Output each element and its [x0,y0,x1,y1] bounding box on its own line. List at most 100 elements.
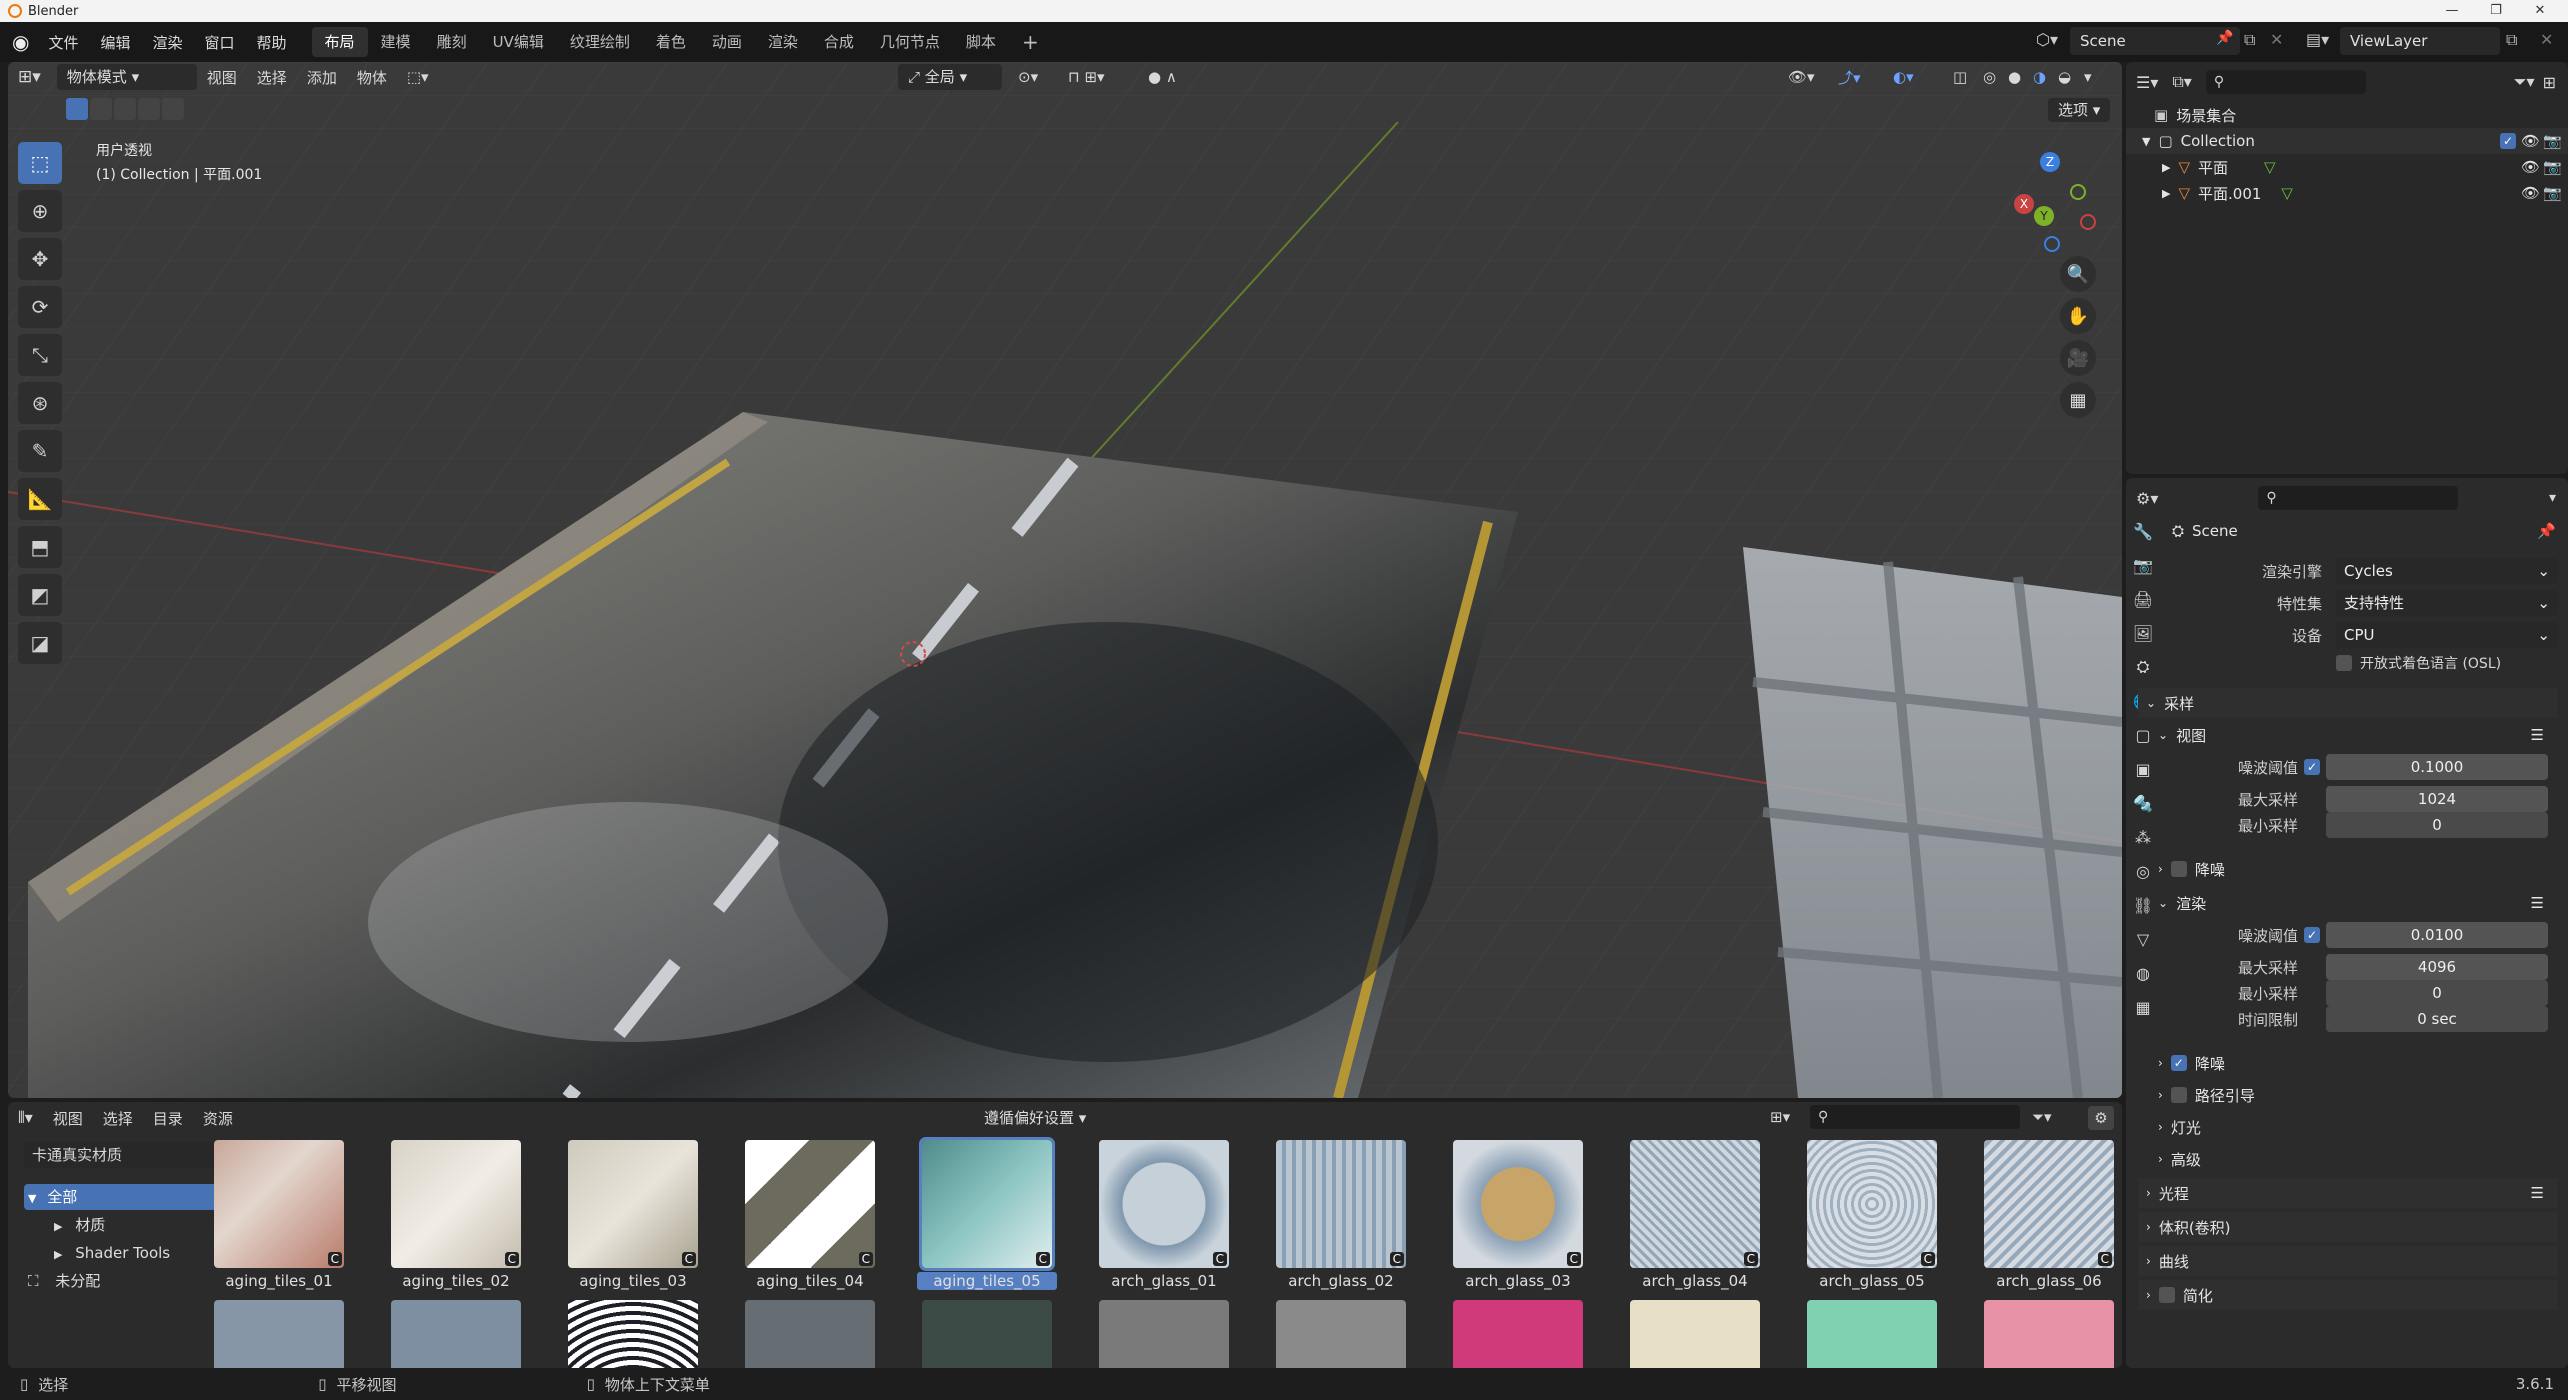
plane-render-icon[interactable]: 📷 [2543,158,2562,176]
gizmo-neg-y-icon[interactable] [2070,184,2086,200]
blender-menu-icon[interactable]: ◉ [12,30,29,54]
object-row-plane-001[interactable]: ▶ ▽ 平面.001 ▽ 👁 📷 [2126,180,2568,206]
view-layer-field[interactable]: ViewLayer [2340,27,2500,55]
collection-visibility-icon[interactable]: 👁 [2521,132,2540,150]
tab-sculpting[interactable]: 雕刻 [424,27,480,57]
expand-icon[interactable]: ▶ [54,1220,62,1233]
asset-thumbnail[interactable]: C [1276,1140,1406,1268]
plane-visibility-icon[interactable]: 👁 [2521,158,2540,176]
vp-denoise-checkbox[interactable] [2170,861,2187,877]
vp-noise-threshold-field[interactable]: 0.1000 [2326,754,2548,780]
tab-modeling[interactable]: 建模 [368,27,424,57]
visibility-icon[interactable]: 👁▾ [1778,68,1825,86]
asset-menu-assets[interactable]: 资源 [193,1108,243,1129]
display-mode-icon[interactable]: ⊞▾ [1770,1108,1790,1126]
pan-hand-icon[interactable]: ✋ [2060,298,2096,334]
tab-layout[interactable]: 布局 [311,27,368,57]
gizmo-x-icon[interactable]: X [2014,194,2034,214]
asset-thumbnail[interactable]: C [568,1140,698,1268]
view-layer-selector-icon[interactable]: ▤▾ [2306,30,2329,49]
display-mode-icon[interactable]: ⧉▾ [2172,72,2191,92]
tab-texture-paint[interactable]: 纹理绘制 [557,27,643,57]
list-menu-icon[interactable]: ☰ [2531,1184,2544,1202]
expand-icon[interactable]: ▶ [54,1248,62,1261]
asset-editor-type-icon[interactable]: ⫴▾ [8,1108,43,1128]
asset-thumbnail[interactable] [1807,1300,1937,1368]
gizmo-neg-z-icon[interactable] [2044,236,2060,252]
minimize-icon[interactable]: — [2430,0,2474,22]
transform-orientation-dropdown[interactable]: ⤢ 全局 ▾ [898,64,1002,90]
asset-thumbnail[interactable]: C [1984,1140,2114,1268]
feature-set-dropdown[interactable]: 支持特性 ⌄ [2336,590,2558,616]
asset-thumbnail[interactable] [1099,1300,1229,1368]
asset-thumbnail[interactable] [568,1300,698,1368]
select-box-tool[interactable]: ⬚ [18,142,62,184]
maximize-icon[interactable]: ❐ [2474,0,2518,22]
add-workspace-button[interactable]: + [1009,27,1052,57]
asset-thumbnail[interactable]: C [1807,1140,1937,1268]
snap-icon[interactable]: ⊓ ⊞▾ [1058,68,1115,86]
tab-animation[interactable]: 动画 [699,27,755,57]
asset-thumbnail[interactable] [1453,1300,1583,1368]
perspective-toggle-icon[interactable]: ▦ [2060,382,2096,418]
curves-panel[interactable]: › 曲线 [2138,1246,2558,1276]
expand-all-icon[interactable]: ▼ [28,1192,36,1205]
light-paths-panel[interactable]: › 光程 ☰ [2138,1178,2558,1208]
render-subpanel-header[interactable]: ⌄ 渲染 ☰ [2150,888,2558,918]
proportional-edit-icon[interactable]: ● ∧ [1138,68,1187,86]
render-engine-dropdown[interactable]: Cycles ⌄ [2336,558,2558,584]
collection-render-icon[interactable]: 📷 [2543,132,2562,150]
3d-viewport[interactable]: ⊞▾ 物体模式 ▾ 视图 选择 添加 物体 ⬚▾ ⤢ 全局 ▾ ⊙▾ ⊓ ⊞▾ … [8,62,2122,1098]
pivot-point-icon[interactable]: ⊙▾ [1008,68,1048,86]
delete-view-layer-icon[interactable]: ✕ [2540,30,2553,49]
tab-scripting[interactable]: 脚本 [953,27,1009,57]
device-dropdown[interactable]: CPU ⌄ [2336,622,2558,648]
select-extend-icon[interactable] [90,98,112,120]
list-menu-icon[interactable]: ☰ [2531,726,2544,744]
vp-menu-view[interactable]: 视图 [197,67,247,88]
zoom-icon[interactable]: 🔍 [2060,256,2096,292]
vp-menu-select[interactable]: 选择 [247,67,297,88]
mode-dropdown[interactable]: 物体模式 ▾ [56,64,197,90]
close-icon[interactable]: ✕ [2518,0,2562,22]
asset-filter-icon[interactable]: ⏷▾ [2032,1108,2052,1126]
asset-thumbnail[interactable]: C [919,1137,1055,1271]
add-cube-tool[interactable]: ⬒ [18,526,62,568]
menu-edit[interactable]: 编辑 [89,32,141,53]
asset-thumbnail[interactable] [1276,1300,1406,1368]
properties-options-icon[interactable]: ▾ [2549,490,2556,506]
scene-selector-icon[interactable]: ⬡▾ [2036,30,2058,49]
list-menu-icon[interactable]: ☰ [2531,894,2544,912]
outliner-editor-type-icon[interactable]: ☰▾ [2136,73,2158,92]
scene-collection-row[interactable]: ▣ 场景集合 [2126,102,2568,128]
annotate-tool[interactable]: ✎ [18,430,62,472]
scene-name-field[interactable]: Scene [2070,27,2240,55]
gizmo-neg-x-icon[interactable] [2080,214,2096,230]
expand-plane-icon[interactable]: ▶ [2162,161,2170,174]
asset-thumbnail[interactable] [922,1300,1052,1368]
pin-icon[interactable]: 📌 [2216,30,2233,46]
object-type-visibility-icon[interactable]: ⬚▾ [397,68,439,86]
simplify-checkbox[interactable] [2158,1287,2175,1303]
tab-shading[interactable]: 着色 [643,27,699,57]
gizmo-z-icon[interactable]: Z [2040,152,2060,172]
vp-max-samples-field[interactable]: 1024 [2326,786,2548,812]
asset-thumbnail[interactable]: C [1453,1140,1583,1268]
asset-thumbnail[interactable]: C [391,1140,521,1268]
shading-options-icon[interactable]: ▾ [2074,68,2102,86]
asset-menu-view[interactable]: 视图 [43,1108,93,1129]
tool-extra-1[interactable]: ◩ [18,574,62,616]
asset-thumbnail[interactable] [214,1300,344,1368]
r-denoise-subpanel[interactable]: › ✓ 降噪 [2150,1048,2225,1078]
lights-subpanel[interactable]: › 灯光 [2150,1112,2201,1142]
r-noise-threshold-checkbox[interactable]: ✓ [2304,927,2320,943]
scale-tool[interactable]: ⤡ [18,334,62,376]
move-tool[interactable]: ✥ [18,238,62,280]
menu-help[interactable]: 帮助 [246,32,298,53]
asset-thumbnail[interactable]: C [745,1140,875,1268]
editor-type-icon[interactable]: ⊞▾ [8,67,51,87]
volumes-panel[interactable]: › 体积(卷积) [2138,1212,2558,1242]
new-scene-icon[interactable]: ⧉ [2244,30,2255,50]
r-max-samples-field[interactable]: 4096 [2326,954,2548,980]
simplify-panel[interactable]: › 简化 [2138,1280,2558,1310]
